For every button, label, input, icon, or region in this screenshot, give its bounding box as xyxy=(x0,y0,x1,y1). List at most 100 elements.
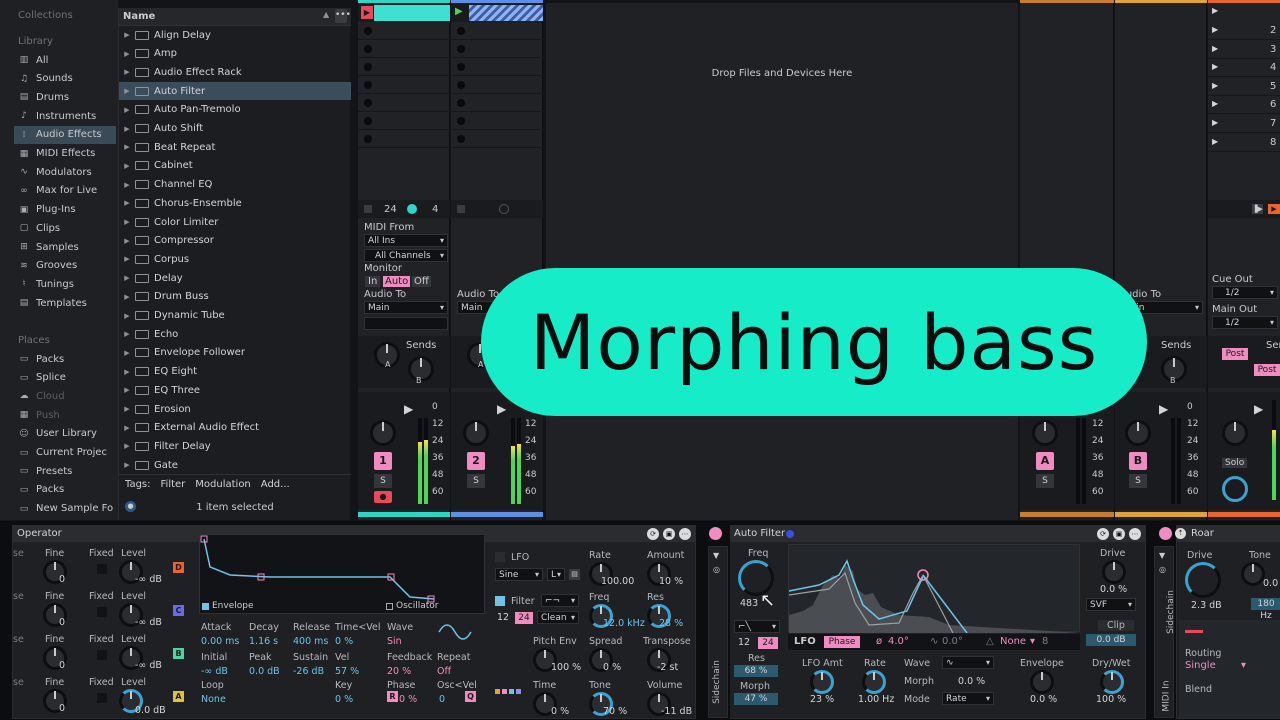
roar-tone-freq[interactable]: 180 Hz xyxy=(1251,598,1280,621)
af-envelope-knob[interactable] xyxy=(1030,670,1054,694)
af-sync-value[interactable]: None xyxy=(1000,636,1026,647)
expand-triangle-icon[interactable]: ▶ xyxy=(119,461,135,469)
preview-icon[interactable]: ● xyxy=(125,501,136,512)
env-param-value[interactable]: None xyxy=(201,694,226,705)
audio-to-channel-select[interactable] xyxy=(364,317,448,330)
scene-launch-icon[interactable]: ▶ xyxy=(1212,118,1218,127)
clip-slot[interactable] xyxy=(358,58,450,76)
sort-up-icon[interactable]: ▲ xyxy=(323,10,329,19)
env-param-value[interactable]: 0 xyxy=(439,694,445,705)
track-1-number[interactable]: 1 xyxy=(374,452,392,470)
env-param-value[interactable]: Sin xyxy=(387,636,402,647)
browser-item[interactable]: ▶ Chorus-Ensemble xyxy=(119,194,351,212)
expand-triangle-icon[interactable]: ▶ xyxy=(119,349,135,357)
af-save-icon[interactable]: ▣ xyxy=(1113,528,1125,540)
library-item-modulators[interactable]: ∿ Modulators xyxy=(18,163,116,181)
clip-slot[interactable] xyxy=(451,22,543,40)
clip-slot[interactable] xyxy=(451,130,543,148)
expand-triangle-icon[interactable]: ▶ xyxy=(119,274,135,282)
fixed-toggle[interactable] xyxy=(97,650,107,660)
roar-tone-knob[interactable] xyxy=(1241,562,1265,586)
browser-item[interactable]: ▶ Auto Pan-Tremolo xyxy=(119,101,351,119)
oscillator-select-button[interactable]: B xyxy=(173,648,184,659)
pan-knob-2[interactable] xyxy=(463,420,489,446)
browser-item[interactable]: ▶ EQ Three xyxy=(119,381,351,399)
clip-slot[interactable] xyxy=(358,22,450,40)
library-item-audio-effects[interactable]: ⁞ Audio Effects xyxy=(14,125,116,144)
library-item-samples[interactable]: ⊞ Samples xyxy=(18,238,116,256)
scene-launch-icon[interactable]: ▶ xyxy=(1212,99,1218,108)
clip-slot[interactable] xyxy=(451,76,543,94)
af-morph-slider[interactable]: 47 % xyxy=(734,693,778,705)
places-item-user-library[interactable]: ☺ User Library xyxy=(18,425,116,443)
post-button-2[interactable]: Post xyxy=(1254,364,1280,376)
af-phase-button[interactable]: Phase xyxy=(824,636,860,648)
filter-response-display[interactable] xyxy=(788,544,1081,633)
library-item-templates[interactable]: ▤ Templates xyxy=(18,294,116,312)
clip-block[interactable] xyxy=(374,5,450,21)
master-solo-button[interactable]: Solo xyxy=(1222,458,1248,468)
library-item-all[interactable]: ▥ All xyxy=(18,51,116,69)
main-out-select[interactable]: 1/2 xyxy=(1212,316,1278,329)
env-param-value[interactable]: 0.00 ms xyxy=(201,636,239,647)
browser-item[interactable]: ▶ Cabinet xyxy=(119,157,351,175)
af-morph2-value[interactable]: 0.0 % xyxy=(958,676,985,687)
scene-row[interactable]: ▶ 3 xyxy=(1208,41,1280,59)
library-item-grooves[interactable]: ≋ Grooves xyxy=(18,257,116,275)
roar-power-icon[interactable] xyxy=(1159,527,1172,540)
expand-triangle-icon[interactable]: ▶ xyxy=(119,255,135,263)
midi-channel-select[interactable]: All Channels xyxy=(364,249,448,262)
af-filter-circuit-select[interactable]: SVF xyxy=(1086,598,1136,611)
expand-triangle-icon[interactable]: ▶ xyxy=(119,50,135,58)
stop-all-icon[interactable]: ▐▶ xyxy=(1252,204,1263,214)
af-menu-icon[interactable]: ⋯ xyxy=(1129,528,1141,540)
activator-icon-master[interactable]: ▶ xyxy=(1254,402,1263,416)
track-2-number[interactable]: 2 xyxy=(467,452,485,470)
env-param-value[interactable]: 0 % xyxy=(399,694,417,705)
library-item-drums[interactable]: ▤ Drums xyxy=(18,88,116,106)
clip-slot-playing[interactable]: ▶ xyxy=(358,4,450,22)
browser-item[interactable]: ▶ EQ Eight xyxy=(119,363,351,381)
browser-item[interactable]: ▶ Audio Effect Rack xyxy=(119,63,351,81)
tag-filter[interactable]: Filter xyxy=(161,479,186,490)
tag-add[interactable]: Add... xyxy=(261,479,290,490)
filter-slope-12[interactable]: 12 xyxy=(497,612,509,623)
af-drive-knob[interactable] xyxy=(1102,560,1126,584)
af-rate-knob[interactable] xyxy=(862,670,886,694)
master-pan-knob[interactable] xyxy=(1222,420,1248,446)
expand-triangle-icon[interactable]: ▶ xyxy=(119,293,135,301)
af-filter-type-select[interactable]: ⌐╲ xyxy=(734,620,780,633)
more-options-icon[interactable]: ••• xyxy=(335,9,351,23)
cue-out-select[interactable]: 1/2 xyxy=(1212,286,1278,299)
save-preset-icon[interactable]: ▣ xyxy=(663,528,675,540)
hot-swap-icon[interactable]: ⟳ xyxy=(647,528,659,540)
algorithm-colors[interactable] xyxy=(495,689,521,694)
activator-icon-2[interactable]: ▶ xyxy=(497,402,506,416)
tag-modulation[interactable]: Modulation xyxy=(195,479,251,490)
clip-slot[interactable] xyxy=(451,58,543,76)
browser-item[interactable]: ▶ Drum Buss xyxy=(119,288,351,306)
lfo-mode-select[interactable]: L xyxy=(547,568,565,581)
activator-icon-b[interactable]: ▶ xyxy=(1159,402,1168,416)
library-item-instruments[interactable]: ♪ Instruments xyxy=(18,107,116,125)
browser-item[interactable]: ▶ Filter Delay xyxy=(119,437,351,455)
places-item-presets[interactable]: ▭ Presets xyxy=(18,462,116,480)
env-param-value[interactable]: 20 % xyxy=(387,666,411,677)
clip-slot-recording[interactable]: ▶ xyxy=(451,4,543,22)
env-param-value[interactable]: -∞ dB xyxy=(201,666,228,677)
expand-triangle-icon[interactable]: ▶ xyxy=(119,312,135,320)
activator-icon[interactable]: ▶ xyxy=(404,402,413,416)
return-a-label[interactable]: A xyxy=(1036,452,1054,470)
env-param-value[interactable]: 400 ms xyxy=(293,636,328,647)
solo-button-2[interactable]: S xyxy=(467,474,485,488)
clip-play-icon[interactable]: ▶ xyxy=(361,6,373,19)
scene-launch-icon[interactable]: ▶ xyxy=(1212,137,1218,146)
scene-row[interactable]: ▶ 6 xyxy=(1208,96,1280,115)
clip-block-striped[interactable] xyxy=(469,5,543,21)
clip-slot[interactable] xyxy=(358,112,450,130)
scene-launch-icon[interactable]: ▶ xyxy=(1212,81,1218,90)
expand-triangle-icon[interactable]: ▶ xyxy=(119,68,135,76)
scene-row[interactable]: ▶ 7 xyxy=(1208,115,1280,133)
expand-triangle-icon[interactable]: ▶ xyxy=(119,31,135,39)
library-item-tunings[interactable]: ♮ Tunings xyxy=(18,275,116,293)
